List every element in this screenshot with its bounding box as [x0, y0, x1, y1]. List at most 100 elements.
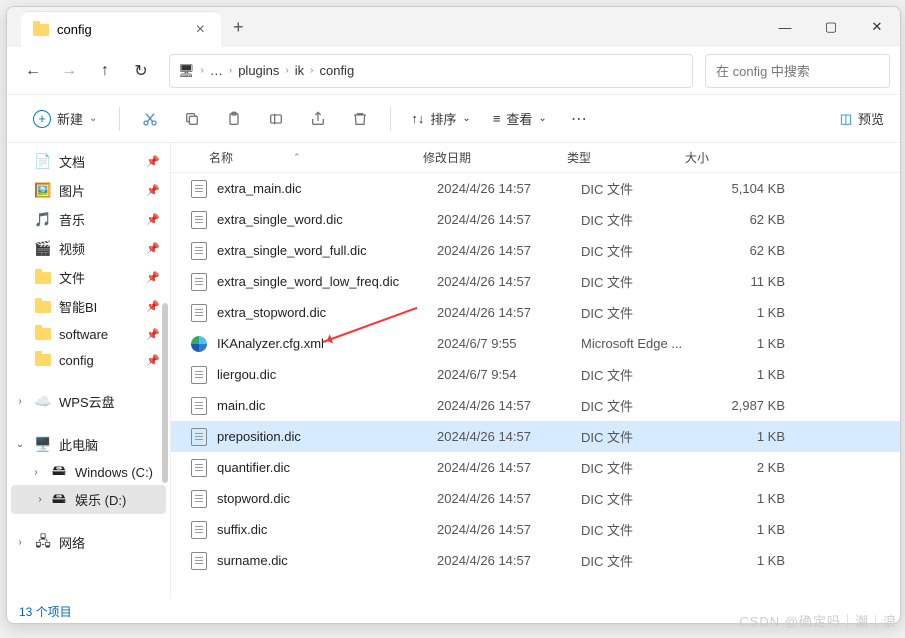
breadcrumb-item[interactable]: config: [319, 63, 354, 78]
file-icon: [191, 211, 207, 229]
sidebar-item-drive-c[interactable]: › 🖴 Windows (C:): [7, 459, 170, 485]
share-button[interactable]: [300, 103, 336, 135]
file-row[interactable]: extra_single_word.dic2024/4/26 14:57DIC …: [171, 204, 900, 235]
file-row[interactable]: IKAnalyzer.cfg.xml2024/6/7 9:55Microsoft…: [171, 328, 900, 359]
file-type: DIC 文件: [581, 241, 699, 260]
close-button[interactable]: ✕: [854, 7, 900, 47]
column-name[interactable]: 名称: [209, 149, 233, 166]
file-icon: [191, 273, 207, 291]
file-icon: [191, 552, 207, 570]
file-type: DIC 文件: [581, 179, 699, 198]
file-icon: [191, 180, 207, 198]
breadcrumb[interactable]: 🖥 › … › plugins › ik › config: [169, 54, 693, 88]
back-button[interactable]: ←: [17, 55, 49, 87]
file-row[interactable]: extra_main.dic2024/4/26 14:57DIC 文件5,104…: [171, 173, 900, 204]
minimize-button[interactable]: —: [762, 7, 808, 47]
pc-icon: 🖥: [178, 63, 195, 79]
preview-toggle[interactable]: ◫ 预览: [840, 109, 884, 128]
sidebar-item[interactable]: config📌: [7, 347, 170, 373]
view-button[interactable]: ≡ 查看 ⌄: [485, 105, 555, 132]
forward-button[interactable]: →: [53, 55, 85, 87]
sidebar-item[interactable]: software📌: [7, 321, 170, 347]
close-tab-icon[interactable]: ×: [192, 21, 209, 39]
new-tab-button[interactable]: +: [221, 7, 256, 47]
file-name: extra_single_word_low_freq.dic: [217, 274, 399, 289]
column-headers[interactable]: 名称 ⌃ 修改日期 类型 大小: [171, 143, 900, 173]
file-icon: [191, 304, 207, 322]
file-row[interactable]: extra_single_word_low_freq.dic 2024/4/26 …: [171, 266, 900, 297]
drive-icon: 🖴: [51, 492, 67, 508]
sidebar-item[interactable]: 📄文档📌: [7, 147, 170, 176]
refresh-button[interactable]: ↻: [125, 55, 157, 87]
search-input[interactable]: 在 config 中搜索: [705, 54, 890, 88]
file-icon: [191, 366, 207, 384]
file-size: 1 KB: [699, 367, 785, 382]
sidebar-item[interactable]: 🖼️图片📌: [7, 176, 170, 205]
chevron-right-icon[interactable]: ›: [13, 537, 27, 548]
file-date: 2024/4/26 14:57: [437, 274, 581, 289]
file-size: 1 KB: [699, 336, 785, 351]
cloud-icon: ☁️: [35, 394, 51, 410]
column-size[interactable]: 大小: [685, 149, 771, 166]
rename-button[interactable]: [258, 103, 294, 135]
pin-icon: 📌: [146, 354, 160, 367]
chevron-right-icon[interactable]: ›: [13, 396, 27, 407]
chevron-down-icon[interactable]: ⌄: [13, 439, 27, 450]
file-row[interactable]: extra_single_word_full.dic2024/4/26 14:5…: [171, 235, 900, 266]
breadcrumb-item[interactable]: ik: [295, 63, 304, 78]
file-row[interactable]: preposition.dic2024/4/26 14:57DIC 文件1 KB: [171, 421, 900, 452]
file-row[interactable]: main.dic2024/4/26 14:57DIC 文件2,987 KB: [171, 390, 900, 421]
sidebar-item-wps[interactable]: › ☁️ WPS云盘: [7, 387, 170, 416]
sidebar-item-network[interactable]: › 🖧 网络: [7, 528, 170, 557]
file-icon: [191, 459, 207, 477]
sort-asc-icon: ⌃: [293, 152, 301, 163]
pc-icon: 🖥️: [35, 437, 51, 453]
column-date[interactable]: 修改日期: [423, 149, 567, 166]
chevron-right-icon: ›: [229, 65, 232, 76]
pin-icon: 📌: [146, 213, 160, 226]
file-row[interactable]: quantifier.dic2024/4/26 14:57DIC 文件2 KB: [171, 452, 900, 483]
column-type[interactable]: 类型: [567, 149, 685, 166]
file-type: DIC 文件: [581, 210, 699, 229]
folder-icon: [35, 326, 51, 342]
chevron-right-icon[interactable]: ›: [33, 494, 47, 505]
sidebar-item[interactable]: 🎬视频📌: [7, 234, 170, 263]
file-type: DIC 文件: [581, 551, 699, 570]
file-name: extra_main.dic: [217, 181, 302, 196]
file-name: extra_stopword.dic: [217, 305, 326, 320]
delete-button[interactable]: [342, 103, 378, 135]
file-row[interactable]: surname.dic2024/4/26 14:57DIC 文件1 KB: [171, 545, 900, 576]
file-row[interactable]: suffix.dic2024/4/26 14:57DIC 文件1 KB: [171, 514, 900, 545]
file-date: 2024/4/26 14:57: [437, 181, 581, 196]
chevron-right-icon[interactable]: ›: [29, 467, 43, 478]
file-row[interactable]: liergou.dic2024/6/7 9:54DIC 文件1 KB: [171, 359, 900, 390]
maximize-button[interactable]: ▢: [808, 7, 854, 47]
new-button[interactable]: + 新建 ⌄: [23, 105, 107, 132]
up-button[interactable]: ↑: [89, 55, 121, 87]
cut-button[interactable]: [132, 103, 168, 135]
sidebar-item[interactable]: 🎵音乐📌: [7, 205, 170, 234]
file-name: surname.dic: [217, 553, 288, 568]
sidebar-item[interactable]: 文件📌: [7, 263, 170, 292]
folder-icon: [33, 22, 49, 38]
file-name: extra_single_word.dic: [217, 212, 343, 227]
tab-config[interactable]: config ×: [21, 11, 221, 47]
paste-button[interactable]: [216, 103, 252, 135]
ellipsis-icon[interactable]: …: [210, 63, 223, 78]
file-size: 11 KB: [699, 274, 785, 289]
sidebar-item-thispc[interactable]: ⌄ 🖥️ 此电脑: [7, 430, 170, 459]
file-date: 2024/4/26 14:57: [437, 491, 581, 506]
more-button[interactable]: ⋯: [561, 103, 597, 135]
scrollbar[interactable]: [162, 303, 168, 483]
file-rows: extra_main.dic2024/4/26 14:57DIC 文件5,104…: [171, 173, 900, 599]
breadcrumb-item[interactable]: plugins: [238, 63, 279, 78]
file-type: Microsoft Edge ...: [581, 336, 699, 351]
pin-icon: 📌: [146, 242, 160, 255]
file-icon: [191, 490, 207, 508]
copy-button[interactable]: [174, 103, 210, 135]
sidebar-item-drive-d[interactable]: › 🖴 娱乐 (D:): [11, 485, 166, 514]
sidebar-item[interactable]: 智能BI📌: [7, 292, 170, 321]
sort-button[interactable]: ↑↓ 排序 ⌄: [403, 105, 478, 132]
file-row[interactable]: stopword.dic2024/4/26 14:57DIC 文件1 KB: [171, 483, 900, 514]
file-row[interactable]: extra_stopword.dic2024/4/26 14:57DIC 文件1…: [171, 297, 900, 328]
